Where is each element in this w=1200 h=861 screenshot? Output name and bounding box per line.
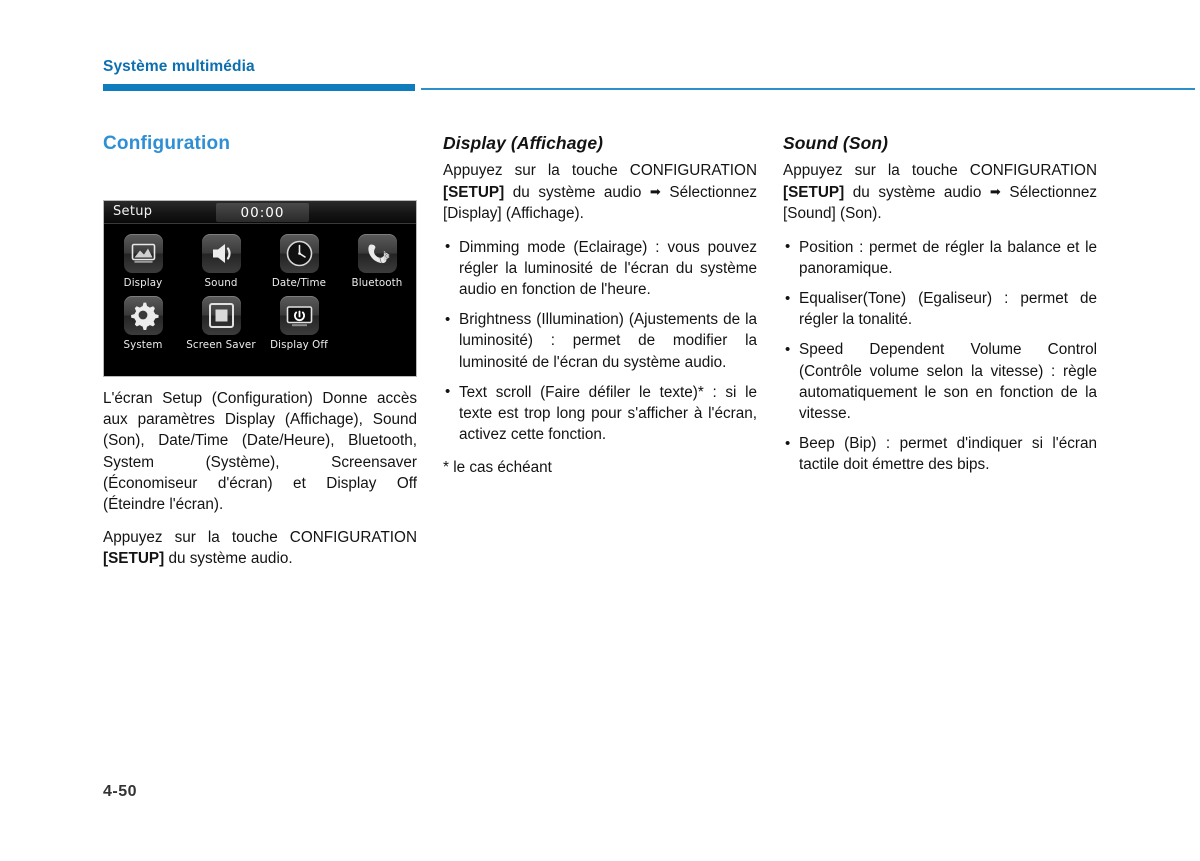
section-heading-configuration: Configuration [103, 133, 231, 154]
left-paragraph-2-part2: du système audio. [164, 550, 293, 568]
setup-screen-figure: Setup 00:00 Display Sound Date/Time Blue… [103, 200, 417, 377]
list-item: Beep (Bip) : permet d'indiquer si l'écra… [783, 433, 1097, 475]
left-column-body: L'écran Setup (Configuration) Donne accè… [103, 388, 417, 570]
running-header-title: Système multimédia [103, 58, 255, 75]
list-item: Speed Dependent Volume Control (Contrôle… [783, 339, 1097, 424]
left-paragraph-1: L'écran Setup (Configuration) Donne accè… [103, 390, 417, 514]
middle-column: Display (Affichage) Appuyez sur la touch… [443, 133, 757, 479]
left-column: Configuration [103, 133, 417, 173]
gear-icon [123, 296, 163, 335]
right-arrow-icon: ➡ [989, 184, 1001, 200]
setup-screen-row-1: Display Sound Date/Time Bluetooth [104, 234, 416, 289]
setup-tile-display-off[interactable]: Display Off [260, 296, 338, 351]
setup-tile-label: Screen Saver [186, 339, 256, 351]
screensaver-icon [201, 296, 241, 335]
setup-tile-sound[interactable]: Sound [182, 234, 260, 289]
sub-heading-sound: Sound (Son) [783, 133, 889, 153]
right-intro-paragraph: Appuyez sur la touche CONFIGURATION [SET… [783, 160, 1097, 225]
running-header: Système multimédia [103, 58, 1195, 98]
clock-icon [279, 234, 319, 273]
left-paragraph-2: Appuyez sur la touche CONFIGURATION [SET… [103, 527, 417, 569]
setup-screen-icon-grid: Display Sound Date/Time Bluetooth System… [104, 224, 416, 351]
setup-tile-display[interactable]: Display [104, 234, 182, 289]
setup-tile-screen-saver[interactable]: Screen Saver [182, 296, 260, 351]
setup-tile-label: Display Off [270, 339, 328, 351]
picture-icon [123, 234, 163, 273]
list-item: Equaliser(Tone) (Egaliseur) : permet de … [783, 288, 1097, 330]
list-item: Position : permet de régler la balance e… [783, 236, 1097, 279]
sub-heading-display: Display (Affichage) [443, 133, 604, 153]
setup-screen-clock-box: 00:00 [216, 203, 309, 222]
setup-tile-label: System [123, 339, 163, 351]
list-item: Text scroll (Faire défiler le texte)* : … [443, 381, 757, 446]
list-item: Brightness (Illumination) (Ajustements d… [443, 309, 757, 373]
header-rule-thick [103, 84, 415, 91]
setup-key-label: [SETUP] [783, 184, 845, 202]
right-column: Sound (Son) Appuyez sur la touche CONFIG… [783, 133, 1097, 476]
left-paragraph-2-part1: Appuyez sur la touche CONFIGURATION [103, 529, 417, 547]
speaker-icon [201, 234, 241, 273]
setup-key-label: [SETUP] [443, 184, 505, 202]
middle-footnote: * le cas échéant [443, 459, 552, 477]
right-intro-part2: du système audio [844, 184, 990, 202]
setup-tile-label: Date/Time [271, 277, 327, 289]
setup-screen-titlebar: Setup 00:00 [104, 201, 416, 224]
header-rule-thin [421, 88, 1195, 90]
right-intro-part1: Appuyez sur la touche CONFIGURATION [783, 162, 1097, 179]
middle-intro-part2: du système audio [504, 184, 650, 202]
bluetooth-phone-icon [357, 234, 397, 273]
setup-tile-bluetooth[interactable]: Bluetooth [338, 234, 416, 289]
setup-screen-row-2: System Screen Saver Display Off [104, 296, 416, 351]
power-display-icon [279, 296, 319, 335]
setup-tile-label: Sound [204, 277, 238, 289]
right-arrow-icon: ➡ [649, 184, 661, 200]
setup-key-label: [SETUP] [103, 550, 165, 568]
right-bullet-list: Position : permet de régler la balance e… [783, 236, 1097, 476]
setup-tile-date-time[interactable]: Date/Time [260, 234, 338, 289]
setup-screen-clock: 00:00 [240, 205, 285, 221]
list-item: Dimming mode (Eclairage) : vous pouvez r… [443, 236, 757, 301]
setup-tile-system[interactable]: System [104, 296, 182, 351]
setup-tile-label: Display [123, 277, 163, 289]
middle-bullet-list: Dimming mode (Eclairage) : vous pouvez r… [443, 236, 757, 446]
setup-screen-title: Setup [113, 204, 153, 219]
page-number: 4-50 [103, 783, 138, 800]
setup-tile-label: Bluetooth [351, 277, 403, 289]
middle-intro-part1: Appuyez sur la touche CONFIGURATION [443, 162, 757, 179]
middle-intro-paragraph: Appuyez sur la touche CONFIGURATION [SET… [443, 160, 757, 225]
